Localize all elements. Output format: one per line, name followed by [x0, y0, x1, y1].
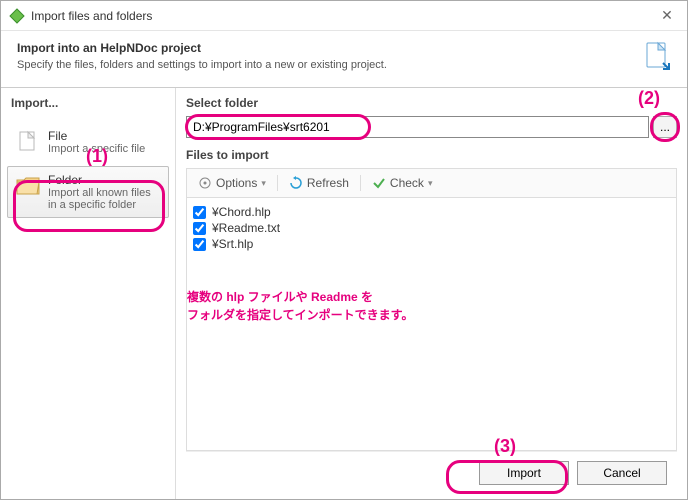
main-area: Import... File Import a specific file Fo [1, 88, 687, 499]
gear-icon [198, 176, 212, 190]
footer: Import Cancel [186, 451, 677, 493]
check-label: Check [390, 176, 424, 190]
file-list: ¥Chord.hlp ¥Readme.txt ¥Srt.hlp 複数の hlp … [186, 197, 677, 451]
annotation-text: 複数の hlp ファイルや Readme を フォルダを指定してインポートできま… [187, 288, 676, 324]
refresh-button[interactable]: Refresh [282, 173, 356, 193]
header-title: Import into an HelpNDoc project [17, 41, 635, 55]
choice-file-title: File [48, 129, 145, 143]
choice-file-desc: Import a specific file [48, 143, 145, 155]
list-item[interactable]: ¥Srt.hlp [193, 236, 670, 252]
dialog-window: Import files and folders ✕ Import into a… [0, 0, 688, 500]
import-type-panel: Import... File Import a specific file Fo [1, 88, 176, 499]
select-folder-label: Select folder [186, 96, 677, 110]
list-item[interactable]: ¥Chord.hlp [193, 204, 670, 220]
window-title: Import files and folders [31, 9, 655, 23]
refresh-label: Refresh [307, 176, 349, 190]
right-panel: Select folder ... Files to import Option… [176, 88, 687, 499]
choice-folder-desc: Import all known files in a specific fol… [48, 187, 162, 211]
close-button[interactable]: ✕ [655, 7, 679, 24]
list-item[interactable]: ¥Readme.txt [193, 220, 670, 236]
check-icon [372, 176, 386, 190]
file-checkbox[interactable] [193, 206, 206, 219]
browse-button[interactable]: ... [653, 116, 677, 138]
header: Import into an HelpNDoc project Specify … [1, 31, 687, 88]
check-button[interactable]: Check ▾ [365, 173, 440, 193]
file-icon [14, 129, 42, 155]
file-name: ¥Srt.hlp [212, 237, 253, 251]
chevron-down-icon: ▾ [428, 178, 433, 189]
app-icon [9, 8, 25, 24]
refresh-icon [289, 176, 303, 190]
titlebar: Import files and folders ✕ [1, 1, 687, 31]
file-name: ¥Readme.txt [212, 221, 280, 235]
options-button[interactable]: Options ▾ [191, 173, 273, 193]
file-checkbox[interactable] [193, 238, 206, 251]
header-subtitle: Specify the files, folders and settings … [17, 59, 635, 71]
files-to-import-label: Files to import [186, 148, 677, 162]
options-label: Options [216, 176, 257, 190]
choice-file[interactable]: File Import a specific file [7, 122, 169, 162]
path-row: ... [186, 116, 677, 138]
chevron-down-icon: ▾ [261, 178, 266, 189]
file-name: ¥Chord.hlp [212, 205, 271, 219]
folder-icon [14, 173, 42, 199]
import-button[interactable]: Import [479, 461, 569, 485]
import-doc-icon [643, 41, 671, 73]
files-toolbar: Options ▾ Refresh Check ▾ [186, 168, 677, 197]
import-panel-title: Import... [7, 96, 169, 114]
choice-folder[interactable]: Folder Import all known files in a speci… [7, 166, 169, 218]
divider [360, 175, 361, 191]
choice-folder-title: Folder [48, 173, 162, 187]
folder-path-input[interactable] [186, 116, 649, 138]
file-checkbox[interactable] [193, 222, 206, 235]
cancel-button[interactable]: Cancel [577, 461, 667, 485]
divider [277, 175, 278, 191]
